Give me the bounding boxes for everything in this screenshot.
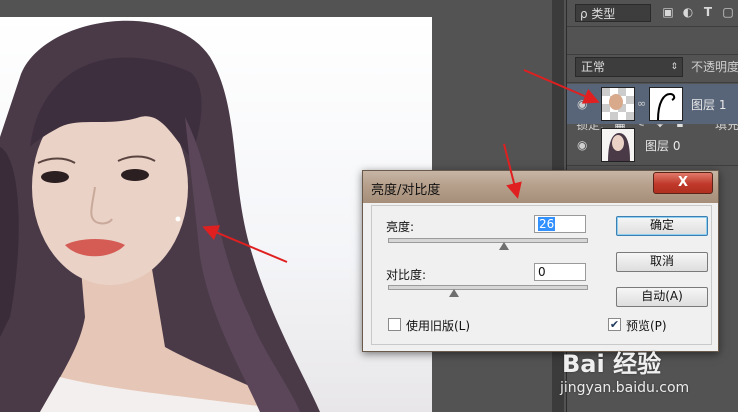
- contrast-label: 对比度:: [386, 268, 427, 282]
- brightness-contrast-dialog: 亮度/对比度 X 亮度: 26 对比度: 0 使用旧版(L) 确定 取消 自动(…: [362, 170, 719, 352]
- lock-row: 锁定: ▦ ✎ ✥ 🔒︎ 填充: [567, 55, 738, 132]
- kind-filter-select[interactable]: ρ 类型: [575, 4, 651, 22]
- brightness-label: 亮度:: [386, 220, 415, 234]
- transparency-thumbnail: [602, 88, 634, 120]
- auto-button[interactable]: 自动(A): [616, 287, 708, 307]
- portrait-thumbnail: [602, 129, 634, 161]
- brightness-value: 26: [538, 217, 556, 231]
- eye-icon[interactable]: ◉: [577, 97, 591, 111]
- eye-icon[interactable]: ◉: [577, 138, 591, 152]
- layer-thumbnail: [601, 87, 635, 121]
- canvas-top-margin: [0, 0, 432, 17]
- layer-name[interactable]: 图层 0: [645, 137, 680, 154]
- layer-row-0[interactable]: ◉ 图层 0: [567, 125, 738, 166]
- mask-shape: [657, 92, 676, 120]
- dialog-body: 亮度: 26 对比度: 0 使用旧版(L) 确定 取消 自动(A) ✔ 预览(P…: [371, 205, 712, 345]
- close-button[interactable]: X: [653, 172, 713, 194]
- contrast-slider-thumb[interactable]: [449, 289, 459, 297]
- image-filter-icon[interactable]: ▣: [661, 5, 675, 19]
- link-icon[interactable]: ∞: [637, 97, 646, 110]
- layer-name[interactable]: 图层 1: [691, 96, 726, 113]
- legacy-label[interactable]: 使用旧版(L): [406, 317, 470, 334]
- layer-mask-thumbnail[interactable]: [649, 87, 683, 121]
- dialog-title: 亮度/对比度: [371, 183, 441, 198]
- brightness-input[interactable]: 26: [534, 215, 586, 233]
- brightness-slider-track[interactable]: [388, 238, 588, 243]
- layer-row-1[interactable]: ◉ ∞ 图层 1: [567, 84, 738, 124]
- brightness-slider-thumb[interactable]: [499, 242, 510, 250]
- contrast-slider-track[interactable]: [388, 285, 588, 290]
- legacy-checkbox[interactable]: [388, 318, 401, 331]
- layer-thumbnail: [601, 128, 635, 162]
- shape-filter-icon[interactable]: ▢: [721, 5, 735, 19]
- blend-row: 正常 ⇕ 不透明度: [567, 27, 738, 77]
- contrast-value: 0: [538, 265, 546, 279]
- ok-button[interactable]: 确定: [616, 216, 708, 236]
- watermark-logo: Bai 经验: [562, 350, 662, 378]
- cancel-button[interactable]: 取消: [616, 252, 708, 272]
- dialog-titlebar[interactable]: 亮度/对比度 X: [363, 171, 718, 203]
- adjustment-filter-icon[interactable]: ◐: [681, 5, 695, 19]
- contrast-input[interactable]: 0: [534, 263, 586, 281]
- text-filter-icon[interactable]: T: [701, 5, 715, 19]
- watermark-url: jingyan.baidu.com: [560, 380, 690, 396]
- layers-filter-row: ρ 类型 ▣ ◐ T ▢: [567, 0, 738, 27]
- baidu-watermark: Bai 经验 jingyan.baidu.com: [556, 330, 736, 410]
